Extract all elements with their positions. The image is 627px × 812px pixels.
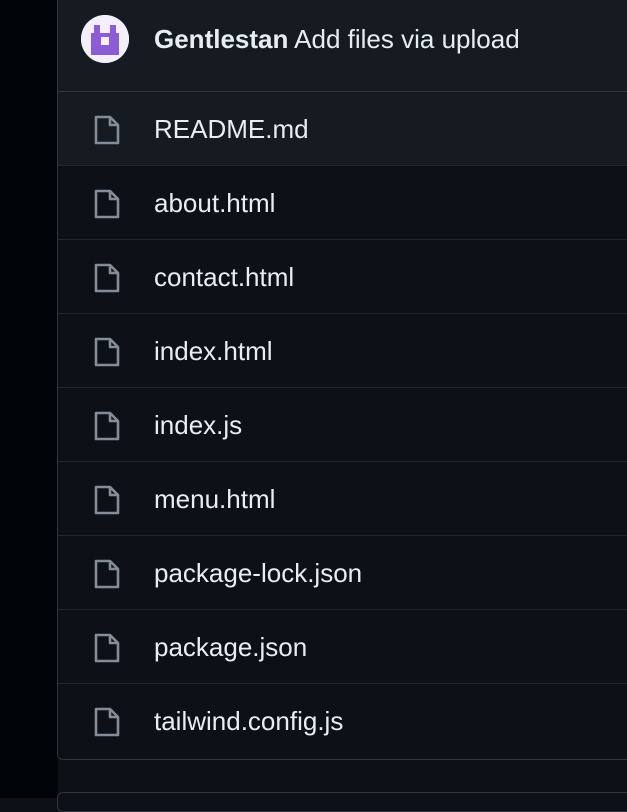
file-row[interactable]: contact.html	[58, 240, 627, 314]
file-icon	[93, 484, 121, 516]
file-icon	[93, 188, 121, 220]
file-icon	[93, 410, 121, 442]
latest-commit-bar: Gentlestan Add files via upload	[58, 0, 627, 92]
file-row[interactable]: tailwind.config.js	[58, 684, 627, 758]
page-gutter	[0, 0, 58, 798]
file-icon	[93, 262, 121, 294]
commit-summary: Gentlestan Add files via upload	[154, 23, 520, 55]
next-section-box	[57, 792, 627, 812]
commit-author-link[interactable]: Gentlestan	[154, 24, 288, 54]
file-name-link[interactable]: contact.html	[154, 261, 294, 293]
file-row[interactable]: package-lock.json	[58, 536, 627, 610]
file-name-link[interactable]: index.js	[154, 409, 242, 441]
file-list-container: Gentlestan Add files via upload README.m…	[57, 0, 627, 760]
file-row[interactable]: about.html	[58, 166, 627, 240]
file-icon	[93, 706, 121, 738]
file-icon	[93, 336, 121, 368]
file-name-link[interactable]: tailwind.config.js	[154, 705, 343, 737]
file-row[interactable]: index.html	[58, 314, 627, 388]
file-icon	[93, 114, 121, 146]
file-icon	[93, 632, 121, 664]
commit-message-link[interactable]: Add files via upload	[294, 24, 519, 54]
file-name-link[interactable]: index.html	[154, 335, 273, 367]
file-name-link[interactable]: README.md	[154, 113, 309, 145]
file-name-link[interactable]: package-lock.json	[154, 557, 362, 589]
avatar[interactable]	[81, 15, 129, 63]
file-name-link[interactable]: package.json	[154, 631, 307, 663]
file-row[interactable]: package.json	[58, 610, 627, 684]
file-name-link[interactable]: menu.html	[154, 483, 275, 515]
file-icon	[93, 558, 121, 590]
identicon-icon	[81, 15, 129, 63]
file-row[interactable]: index.js	[58, 388, 627, 462]
file-row[interactable]: README.md	[58, 92, 627, 166]
file-name-link[interactable]: about.html	[154, 187, 275, 219]
file-row[interactable]: menu.html	[58, 462, 627, 536]
